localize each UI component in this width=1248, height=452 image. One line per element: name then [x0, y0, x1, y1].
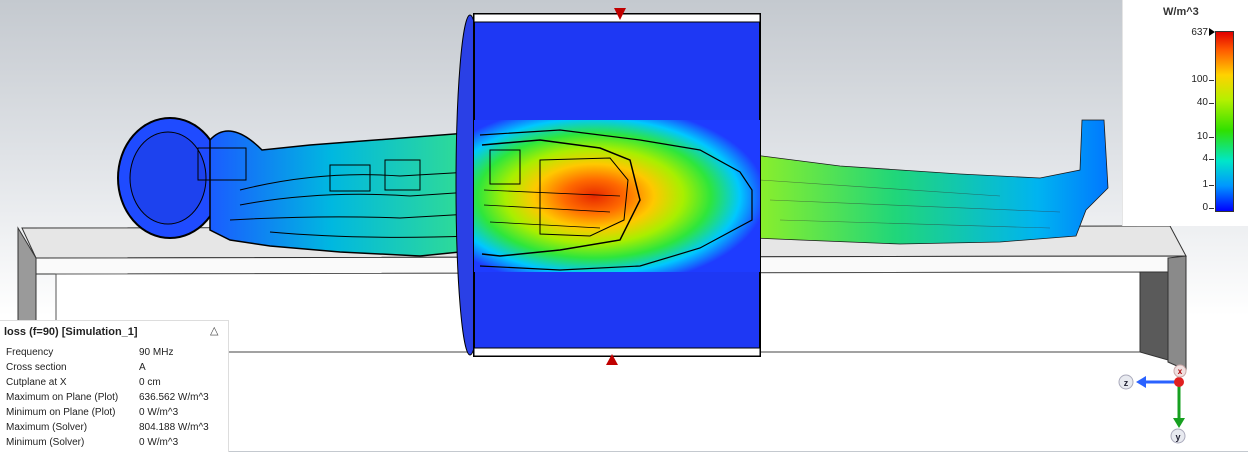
legend-tickmark — [1209, 137, 1214, 138]
info-value: A — [139, 362, 146, 373]
legend-tick: 637 — [1191, 27, 1208, 38]
axis-triad: z y x — [1118, 364, 1187, 444]
legend-tick: 4 — [1202, 153, 1208, 164]
info-key: Cutplane at X — [6, 377, 67, 388]
info-row: Maximum on Plane (Plot) 636.562 W/m^3 — [6, 390, 209, 405]
info-key: Maximum on Plane (Plot) — [6, 392, 119, 403]
collapse-chevron-up-icon[interactable]: △ — [210, 324, 218, 337]
legend-tickmark — [1209, 159, 1214, 160]
info-value: 804.188 W/m^3 — [139, 422, 209, 433]
legend-tickmark — [1209, 208, 1214, 209]
info-key: Minimum on Plane (Plot) — [6, 407, 116, 418]
legend-tick: 0 — [1202, 202, 1208, 213]
info-value: 0 W/m^3 — [139, 407, 179, 418]
legend-tickmark — [1209, 185, 1214, 186]
axis-x-label: x — [1178, 367, 1183, 376]
info-value: 90 MHz — [139, 347, 174, 358]
legend-tickmark — [1209, 103, 1214, 104]
legend-tick: 100 — [1191, 74, 1208, 85]
legend-tick: 40 — [1196, 97, 1208, 108]
legend-colorbar — [1215, 31, 1234, 212]
legend-unit: W/m^3 — [1163, 6, 1199, 18]
color-legend: W/m^3 637 100 40 10 4 1 0 — [1122, 0, 1248, 226]
info-row: Cross section A — [6, 360, 209, 375]
info-row: Minimum (Solver) 0 W/m^3 — [6, 435, 209, 450]
info-key: Maximum (Solver) — [6, 422, 88, 433]
axis-z-label: z — [1124, 378, 1129, 388]
info-row: Minimum on Plane (Plot) 0 W/m^3 — [6, 405, 209, 420]
info-row: Maximum (Solver) 804.188 W/m^3 — [6, 420, 209, 435]
plot-info-table: Frequency 90 MHz Cross section A Cutplane … — [6, 345, 209, 450]
info-key: Frequency — [6, 347, 54, 358]
info-value: 636.562 W/m^3 — [139, 392, 209, 403]
info-value: 0 W/m^3 — [139, 437, 179, 448]
info-row: Frequency 90 MHz — [6, 345, 209, 360]
legend-tick: 10 — [1196, 131, 1208, 142]
info-row: Cutplane at X 0 cm — [6, 375, 209, 390]
info-key: Minimum (Solver) — [6, 437, 85, 448]
info-key: Cross section — [6, 362, 67, 373]
legend-max-arrow-icon — [1209, 28, 1215, 36]
coil-cutplane — [455, 8, 761, 365]
legend-tick: 1 — [1202, 179, 1208, 190]
plot-info-panel: loss (f=90) [Simulation_1] △ Frequency 90… — [0, 320, 229, 452]
plot-info-title: loss (f=90) [Simulation_1] — [4, 326, 138, 338]
axis-y-label: y — [1175, 432, 1180, 442]
legend-tickmark — [1209, 80, 1214, 81]
info-value: 0 cm — [139, 377, 161, 388]
